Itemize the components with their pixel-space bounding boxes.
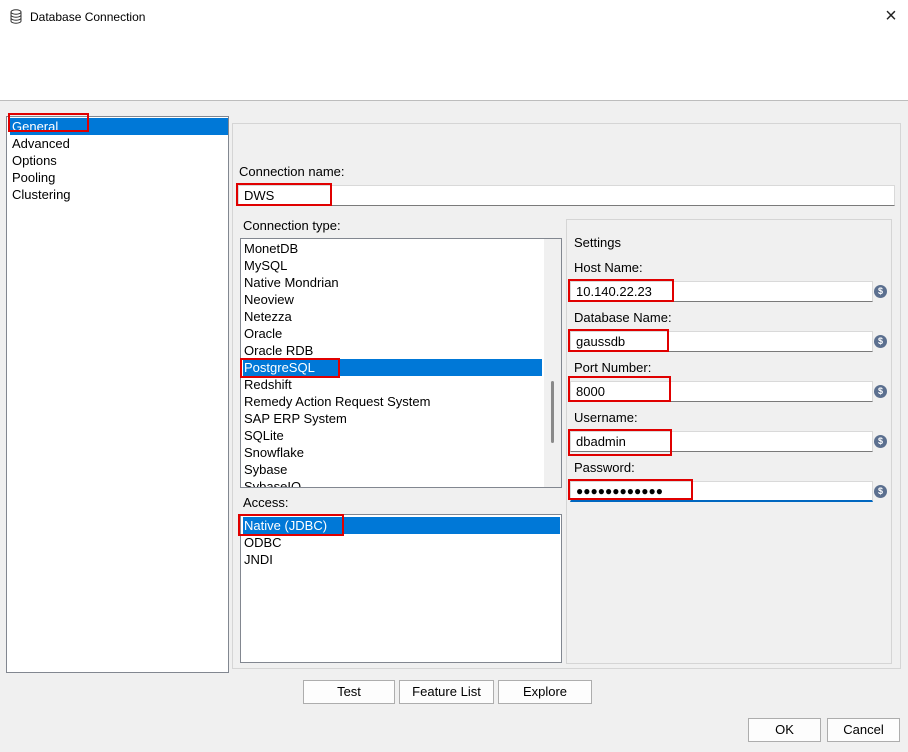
window-title: Database Connection bbox=[30, 10, 146, 24]
highlight-box bbox=[240, 358, 340, 378]
highlight-box bbox=[568, 429, 672, 456]
list-item[interactable]: Redshift bbox=[243, 376, 542, 393]
list-item[interactable]: MySQL bbox=[243, 257, 542, 274]
list-item[interactable]: SQLite bbox=[243, 427, 542, 444]
highlight-box bbox=[568, 376, 671, 402]
settings-title: Settings bbox=[574, 235, 621, 250]
variable-icon[interactable]: $ bbox=[874, 385, 887, 398]
nav-item-options[interactable]: Options bbox=[10, 152, 228, 169]
list-item[interactable]: Sybase bbox=[243, 461, 542, 478]
highlight-box bbox=[568, 479, 693, 500]
database-icon bbox=[10, 9, 22, 24]
highlight-box bbox=[8, 113, 89, 132]
close-icon[interactable]: × bbox=[880, 6, 902, 28]
list-item[interactable]: Remedy Action Request System bbox=[243, 393, 542, 410]
title-bar: Database Connection × bbox=[0, 0, 908, 34]
access-list[interactable]: Native (JDBC) ODBC JNDI bbox=[240, 514, 562, 663]
list-item[interactable]: MonetDB bbox=[243, 240, 542, 257]
connection-name-input[interactable]: DWS bbox=[238, 185, 895, 206]
scrollbar-thumb[interactable] bbox=[551, 381, 554, 443]
list-item[interactable]: SAP ERP System bbox=[243, 410, 542, 427]
password-label: Password: bbox=[574, 460, 635, 475]
nav-list: General Advanced Options Pooling Cluster… bbox=[6, 116, 229, 673]
variable-icon[interactable]: $ bbox=[874, 285, 887, 298]
highlight-box bbox=[238, 514, 344, 536]
list-item[interactable]: Snowflake bbox=[243, 444, 542, 461]
database-name-label: Database Name: bbox=[574, 310, 672, 325]
connection-name-label: Connection name: bbox=[239, 164, 345, 179]
variable-icon[interactable]: $ bbox=[874, 335, 887, 348]
list-item[interactable]: Oracle bbox=[243, 325, 542, 342]
host-name-label: Host Name: bbox=[574, 260, 643, 275]
explore-button[interactable]: Explore bbox=[498, 680, 592, 704]
cancel-button[interactable]: Cancel bbox=[827, 718, 900, 742]
ok-button[interactable]: OK bbox=[748, 718, 821, 742]
list-item[interactable]: Netezza bbox=[243, 308, 542, 325]
highlight-box bbox=[568, 279, 674, 302]
test-button[interactable]: Test bbox=[303, 680, 395, 704]
feature-list-button[interactable]: Feature List bbox=[399, 680, 494, 704]
nav-item-clustering[interactable]: Clustering bbox=[10, 186, 228, 203]
scrollbar[interactable] bbox=[544, 239, 561, 487]
list-item[interactable]: ODBC bbox=[243, 534, 542, 551]
connection-type-label: Connection type: bbox=[243, 218, 341, 233]
nav-item-advanced[interactable]: Advanced bbox=[10, 135, 228, 152]
variable-icon[interactable]: $ bbox=[874, 435, 887, 448]
list-item[interactable]: Neoview bbox=[243, 291, 542, 308]
highlight-box bbox=[568, 329, 669, 352]
list-item[interactable]: JNDI bbox=[243, 551, 542, 568]
nav-item-pooling[interactable]: Pooling bbox=[10, 169, 228, 186]
list-item[interactable]: Native Mondrian bbox=[243, 274, 542, 291]
variable-icon[interactable]: $ bbox=[874, 485, 887, 498]
header-area bbox=[0, 34, 908, 101]
port-number-label: Port Number: bbox=[574, 360, 652, 375]
list-item[interactable]: Oracle RDB bbox=[243, 342, 542, 359]
access-label: Access: bbox=[243, 495, 289, 510]
list-item[interactable]: SybaseIQ bbox=[243, 478, 542, 487]
highlight-box bbox=[236, 183, 332, 206]
username-label: Username: bbox=[574, 410, 638, 425]
